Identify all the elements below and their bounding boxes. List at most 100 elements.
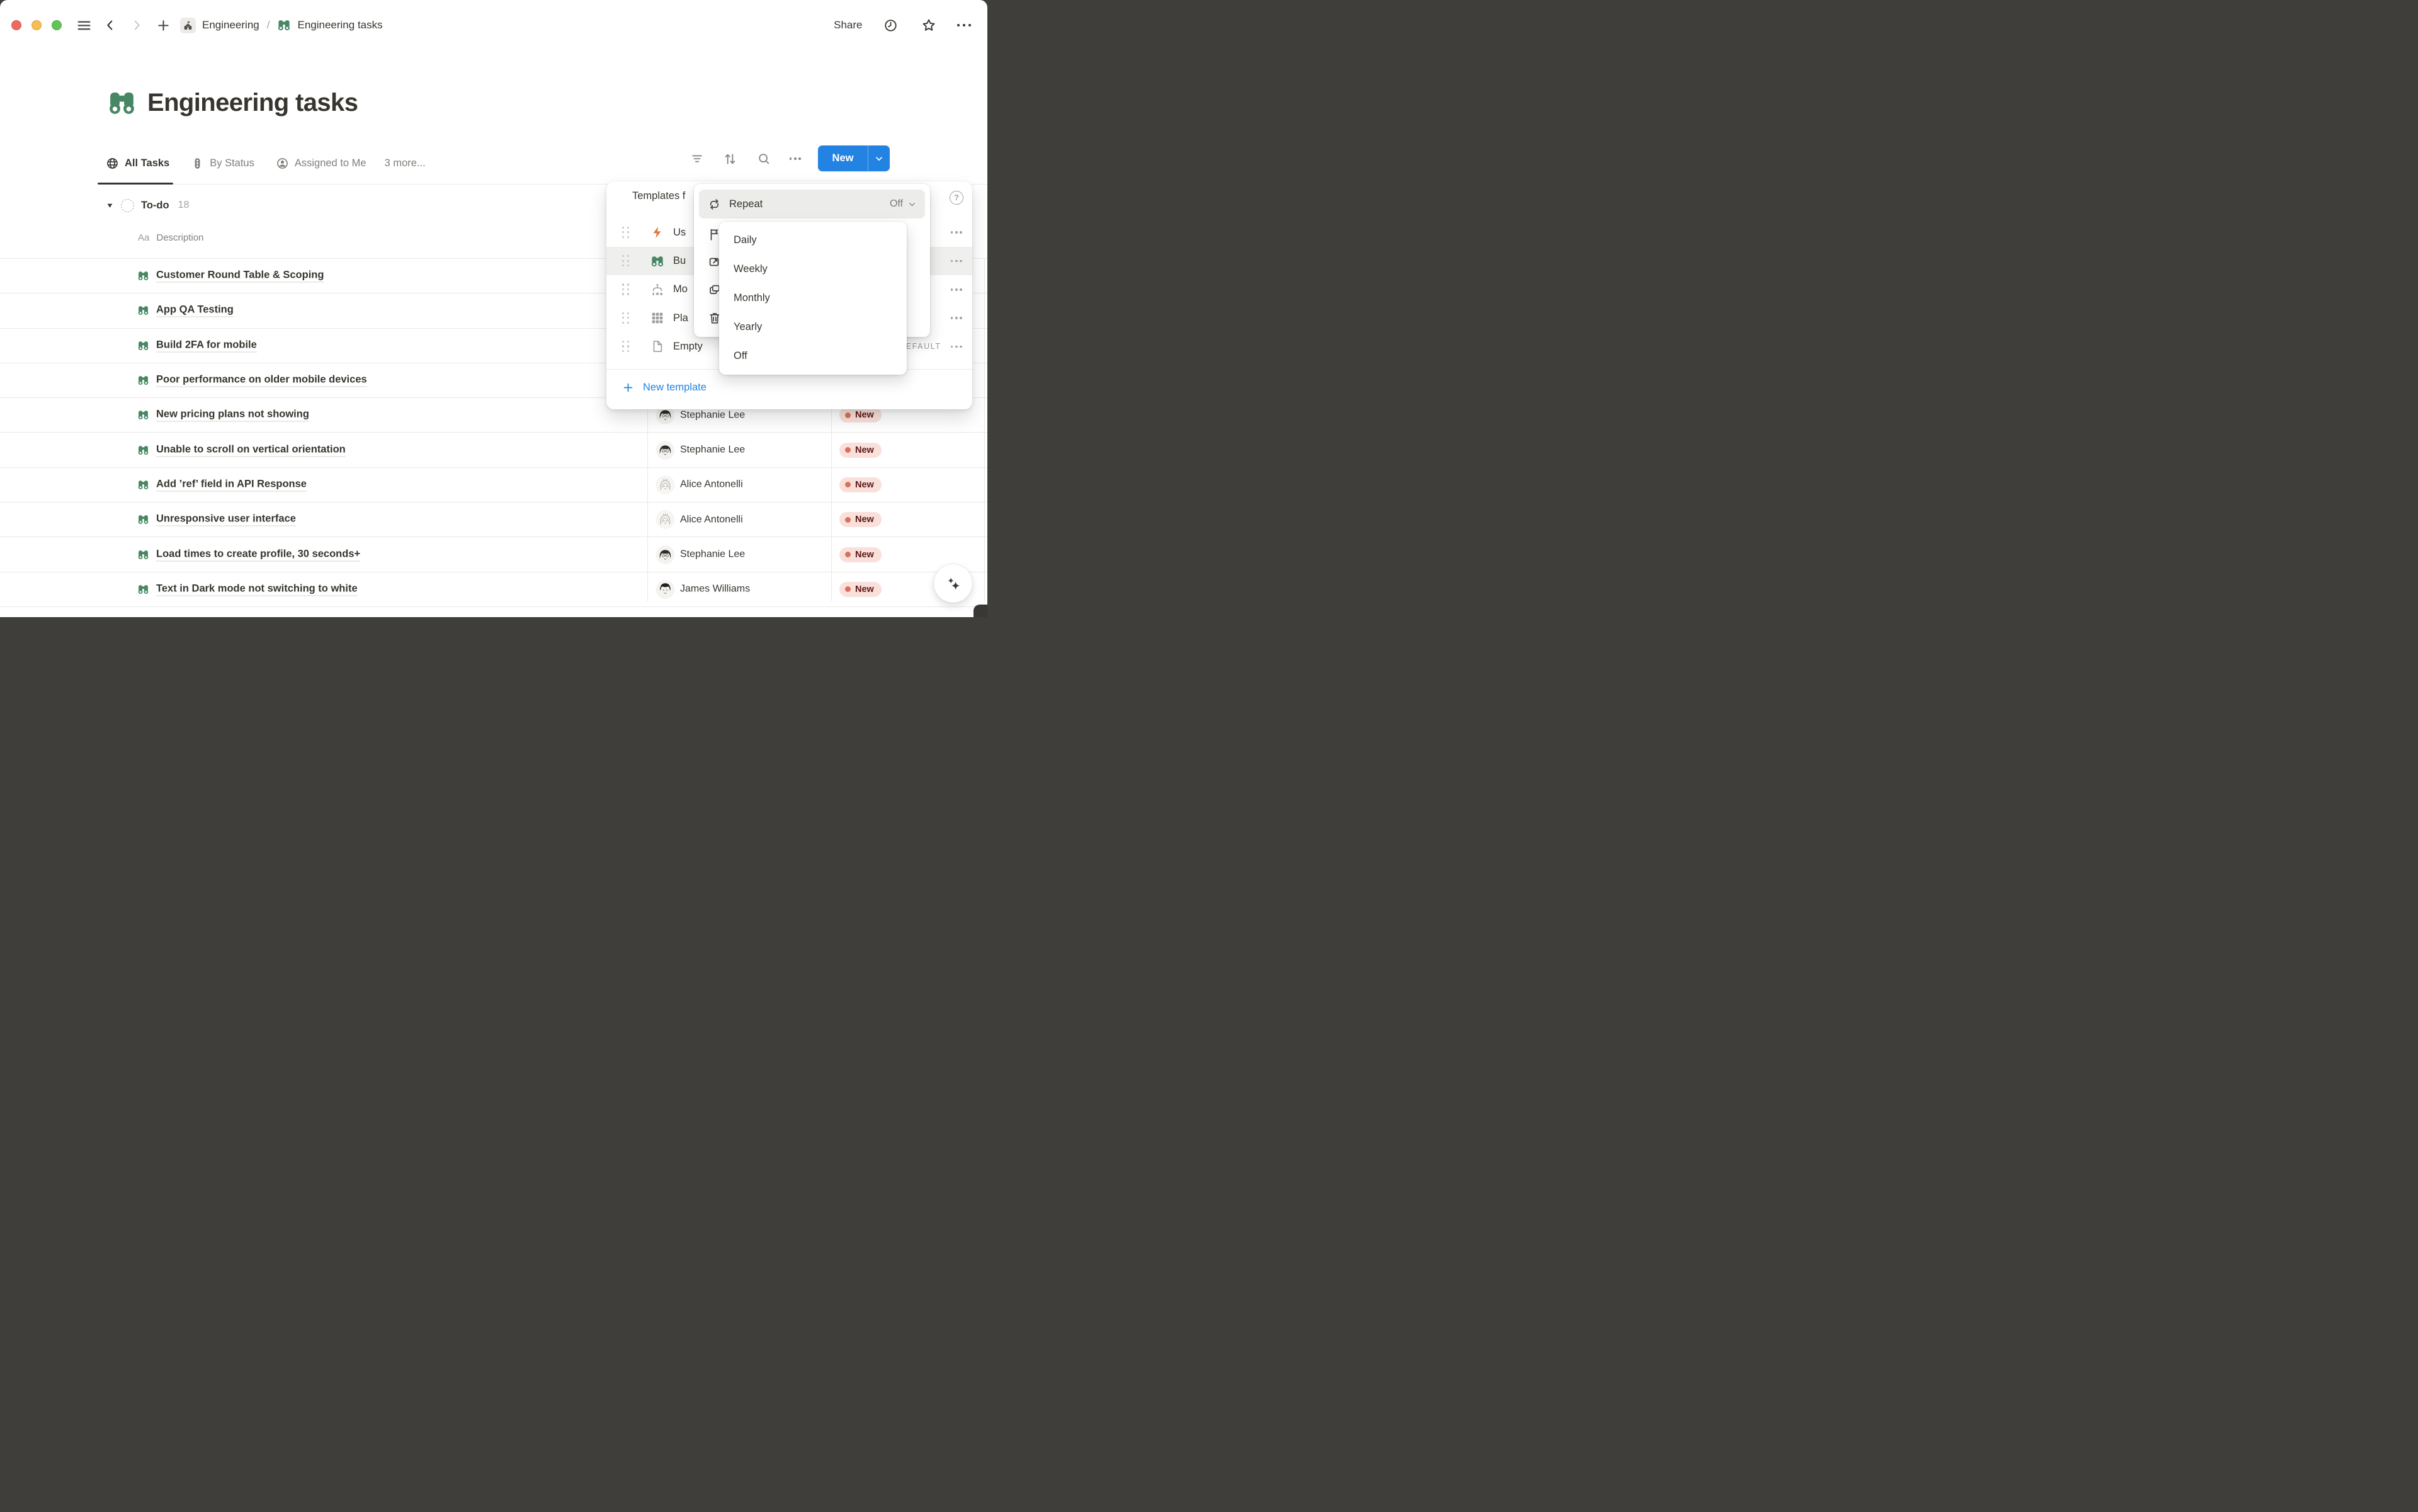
tab-more-views[interactable]: 3 more... [385, 142, 426, 184]
traffic-lights [11, 20, 62, 30]
template-label: Us [673, 227, 686, 239]
page-icon-binoculars[interactable] [107, 88, 137, 118]
sort-icon[interactable] [723, 151, 738, 166]
table-row: Unable to scroll on vertical orientation… [0, 433, 987, 467]
view-tab-label: All Tasks [125, 157, 169, 169]
template-icon [650, 311, 664, 325]
template-label: Empty [673, 341, 703, 353]
status-dot-icon [845, 586, 851, 592]
assignee-avatar [657, 546, 674, 563]
drag-handle-icon[interactable] [622, 255, 631, 267]
status-badge[interactable]: New [839, 477, 882, 492]
offscreen-corner-element [973, 605, 987, 617]
minimize-window-button[interactable] [31, 20, 42, 30]
new-template-label: New template [643, 382, 707, 394]
assignee-avatar [657, 581, 674, 598]
view-tab[interactable]: All Tasks [106, 142, 169, 184]
status-label: New [855, 410, 874, 420]
status-badge[interactable]: New [839, 512, 882, 527]
forward-icon[interactable] [127, 16, 146, 35]
drag-handle-icon[interactable] [622, 283, 631, 295]
template-icon [650, 283, 664, 297]
task-title[interactable]: Build 2FA for mobile [156, 339, 257, 352]
breadcrumb-page[interactable]: Engineering tasks [297, 19, 382, 31]
zoom-window-button[interactable] [52, 20, 62, 30]
status-badge[interactable]: New [839, 407, 882, 423]
view-tab[interactable]: By Status [191, 142, 254, 184]
assignee-name[interactable]: Stephanie Lee [680, 445, 745, 456]
back-icon[interactable] [101, 16, 120, 35]
template-actions-icon[interactable] [951, 317, 962, 319]
template-icon [650, 254, 664, 268]
search-icon[interactable] [756, 151, 771, 166]
new-template-button[interactable]: New template [622, 382, 707, 394]
repeat-option[interactable]: Yearly [719, 312, 907, 341]
help-icon[interactable]: ? [950, 191, 963, 205]
status-badge[interactable]: New [839, 547, 882, 562]
sidebar-toggle-icon[interactable] [74, 16, 93, 35]
share-button[interactable]: Share [834, 19, 862, 31]
repeat-option[interactable]: Monthly [719, 284, 907, 313]
binoculars-icon [277, 18, 291, 32]
view-tab[interactable]: Assigned to Me [276, 142, 366, 184]
repeat-option[interactable]: Daily [719, 226, 907, 255]
description-column-header[interactable]: Description [156, 232, 203, 243]
plus-icon [622, 382, 634, 394]
template-icon [650, 339, 664, 353]
favorite-star-icon[interactable] [919, 16, 938, 35]
notion-window: Engineering / Engineering tasks Share [0, 0, 987, 617]
task-title[interactable]: Unresponsive user interface [156, 513, 296, 526]
group-count: 18 [178, 200, 190, 211]
text-property-icon: Aa [138, 232, 149, 243]
task-binoculars-icon [137, 305, 149, 317]
view-tab-icon [276, 157, 289, 170]
template-actions-icon[interactable] [951, 260, 962, 263]
breadcrumb-workspace[interactable]: Engineering [202, 19, 259, 31]
task-title[interactable]: Load times to create profile, 30 seconds… [156, 548, 360, 561]
drag-handle-icon[interactable] [622, 312, 631, 324]
assignee-name[interactable]: Stephanie Lee [680, 409, 745, 421]
status-label: New [855, 550, 874, 560]
status-badge[interactable]: New [839, 443, 882, 458]
task-title[interactable]: App QA Testing [156, 304, 234, 317]
status-dot-icon [845, 517, 851, 523]
close-window-button[interactable] [11, 20, 21, 30]
assignee-name[interactable]: Stephanie Lee [680, 549, 745, 560]
more-options-icon[interactable] [957, 24, 972, 27]
view-options-icon[interactable] [790, 157, 801, 160]
new-button[interactable]: New [818, 145, 890, 171]
collapse-group-icon[interactable] [106, 202, 114, 210]
chevron-down-icon [908, 200, 916, 208]
template-label: Bu [673, 255, 686, 267]
table-row: Unresponsive user interface Alice Antone… [0, 503, 987, 537]
ai-assistant-button[interactable] [934, 564, 972, 603]
assignee-name[interactable]: Alice Antonelli [680, 514, 743, 525]
drag-handle-icon[interactable] [622, 227, 631, 239]
task-title[interactable]: Customer Round Table & Scoping [156, 270, 324, 283]
status-badge[interactable]: New [839, 582, 882, 597]
task-title[interactable]: Add ’ref’ field in API Response [156, 478, 307, 491]
new-dropdown-chevron-icon[interactable] [868, 145, 890, 171]
group-title[interactable]: To-do [141, 200, 169, 212]
template-actions-icon[interactable] [951, 231, 962, 234]
task-binoculars-icon [137, 339, 149, 351]
new-page-icon[interactable] [154, 16, 173, 35]
template-actions-icon[interactable] [951, 288, 962, 291]
template-actions-icon[interactable] [951, 346, 962, 348]
assignee-name[interactable]: James Williams [680, 584, 750, 595]
task-binoculars-icon [137, 444, 149, 456]
drag-handle-icon[interactable] [622, 341, 631, 353]
task-title[interactable]: Unable to scroll on vertical orientation [156, 443, 346, 457]
repeat-options-menu: Daily Weekly Monthly Yearly Off [719, 222, 907, 375]
task-binoculars-icon [137, 375, 149, 387]
filter-icon[interactable] [690, 151, 705, 166]
repeat-option[interactable]: Weekly [719, 255, 907, 284]
task-title[interactable]: New pricing plans not showing [156, 409, 309, 422]
repeat-menu-item[interactable]: Repeat Off [699, 190, 925, 219]
assignee-name[interactable]: Alice Antonelli [680, 479, 743, 491]
task-title[interactable]: Poor performance on older mobile devices [156, 374, 367, 387]
task-title[interactable]: Text in Dark mode not switching to white [156, 583, 358, 596]
updates-clock-icon[interactable] [882, 16, 900, 35]
status-dot-icon [845, 482, 851, 487]
repeat-option[interactable]: Off [719, 341, 907, 370]
